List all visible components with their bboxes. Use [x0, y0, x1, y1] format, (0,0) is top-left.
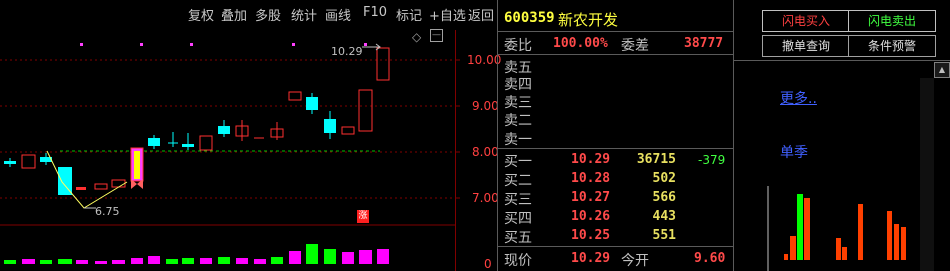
quarterly-bars-chart — [767, 186, 906, 271]
ask-2-label: 卖二 — [504, 113, 532, 129]
current-price-value: 10.29 — [571, 251, 611, 266]
bid-5-label: 买五 — [504, 230, 532, 246]
kline-svg — [0, 43, 460, 264]
candle — [76, 187, 86, 190]
kline-chart-panel[interactable]: 复权 叠加 多股 统计 画线 F10 标记 +自选 返回 ◇ — 10.29 6… — [0, 0, 501, 271]
weicha-value: 38777 — [684, 36, 724, 51]
price-tick-label: 7.00 — [472, 191, 499, 205]
ask-1-label: 卖一 — [504, 132, 532, 148]
current-price-label: 现价 — [504, 253, 532, 269]
open-price-label: 今开 — [621, 253, 649, 269]
scroll-track[interactable] — [920, 78, 934, 271]
quote-panel: 600359 新农开发 委比 100.00% 委差 38777 卖五 卖四 卖三… — [498, 0, 733, 271]
more-link[interactable]: 更多.. — [780, 88, 817, 108]
open-price-value: 9.60 — [694, 251, 726, 266]
toolbar-stats-button[interactable]: 统计 — [291, 5, 317, 24]
toolbar-back-button[interactable]: 返回 — [468, 5, 494, 24]
price-axis-line — [455, 30, 456, 271]
candle — [288, 91, 302, 101]
bid-1-volume: 36715 — [636, 152, 676, 167]
single-quarter-tab[interactable]: 单季 — [780, 142, 808, 162]
divider — [498, 54, 733, 55]
price-tick-label: 8.00 — [472, 145, 499, 159]
candle — [94, 183, 108, 190]
toolbar-multi-stock-button[interactable]: 多股 — [255, 5, 281, 24]
bar — [797, 194, 803, 260]
event-marker — [190, 43, 193, 46]
divider — [498, 31, 733, 32]
bid-3-label: 买三 — [504, 192, 532, 208]
flash-buy-button[interactable]: 闪电买入 — [762, 10, 850, 32]
min-price-label: 6.75 — [95, 205, 120, 218]
event-marker — [140, 43, 143, 46]
divider — [498, 246, 733, 247]
bid-4-price[interactable]: 10.26 — [571, 209, 610, 224]
toolbar-add-watchlist-button[interactable]: +自选 — [429, 5, 466, 24]
limit-up-badge[interactable]: 涨 — [357, 210, 369, 223]
event-marker — [364, 43, 367, 46]
arrow-out-icon[interactable]: ◇ — [412, 30, 421, 44]
bar — [901, 227, 906, 260]
candle — [199, 135, 213, 151]
bid-2-label: 买二 — [504, 173, 532, 189]
candle — [341, 126, 355, 135]
bid-5-volume: 551 — [652, 228, 676, 243]
toolbar-overlay-button[interactable]: 叠加 — [221, 5, 247, 24]
toolbar-f10-button[interactable]: F10 — [363, 5, 387, 20]
bar — [836, 238, 841, 260]
candle — [21, 154, 36, 169]
bid-1-label: 买一 — [504, 154, 532, 170]
collapse-icon[interactable]: — — [430, 29, 443, 42]
weibi-value: 100.00% — [553, 36, 608, 51]
volume-tick-label: 0 — [484, 257, 492, 271]
event-marker — [80, 43, 83, 46]
bar — [804, 198, 810, 260]
volume-bars — [4, 244, 389, 264]
ask-4-label: 卖四 — [504, 77, 532, 93]
candle — [376, 47, 390, 81]
bar — [784, 254, 788, 260]
weicha-label: 委差 — [621, 38, 649, 54]
bid-3-price[interactable]: 10.27 — [571, 190, 610, 205]
bid-2-volume: 502 — [652, 171, 676, 186]
event-marker — [292, 43, 295, 46]
bid-1-price[interactable]: 10.29 — [571, 152, 610, 167]
toolbar-draw-button[interactable]: 画线 — [325, 5, 351, 24]
condition-alert-button[interactable]: 条件预警 — [848, 35, 936, 57]
bar — [894, 224, 899, 260]
toolbar-mark-button[interactable]: 标记 — [396, 5, 422, 24]
trade-panel: 闪电买入 闪电卖出 撤单查询 条件预警 更多.. 单季 ▲ — [734, 0, 950, 271]
chart-toolbar: 复权 叠加 多股 统计 画线 F10 标记 +自选 返回 — [0, 0, 497, 27]
bid-4-volume: 443 — [652, 209, 676, 224]
bid-1-change: -379 — [698, 153, 726, 167]
divider — [498, 148, 733, 149]
bar — [842, 247, 847, 260]
bar — [790, 236, 796, 260]
flash-sell-button[interactable]: 闪电卖出 — [848, 10, 936, 32]
stock-name: 新农开发 — [558, 11, 619, 29]
bar — [858, 204, 863, 260]
max-price-label: 10.29 — [331, 45, 363, 58]
bar — [887, 211, 892, 260]
candles — [4, 47, 390, 195]
scroll-up-icon[interactable]: ▲ — [934, 62, 950, 78]
weibi-label: 委比 — [504, 38, 532, 54]
bid-5-price[interactable]: 10.25 — [571, 228, 610, 243]
bid-4-label: 买四 — [504, 211, 532, 227]
toolbar-fuquan-button[interactable]: 复权 — [188, 5, 214, 24]
cancel-query-button[interactable]: 撤单查询 — [762, 35, 850, 57]
candle — [358, 89, 373, 132]
candle — [111, 179, 126, 188]
price-tick-label: 9.00 — [472, 99, 499, 113]
bid-2-price[interactable]: 10.28 — [571, 171, 610, 186]
ask-3-label: 卖三 — [504, 95, 532, 111]
divider — [734, 60, 950, 61]
stock-code: 600359 — [504, 10, 555, 26]
bid-3-volume: 566 — [652, 190, 676, 205]
candle-highlight — [134, 151, 140, 179]
